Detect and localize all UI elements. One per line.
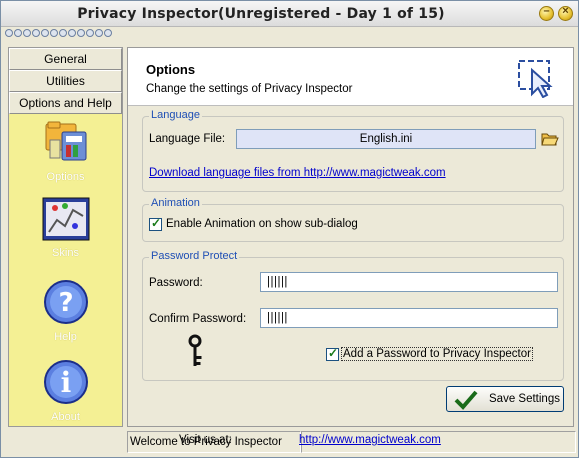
checkmark-icon (454, 390, 478, 410)
options-panel: Options Change the settings of Privacy I… (127, 47, 574, 427)
minimize-icon: – (543, 5, 550, 17)
group-title: Language (149, 109, 202, 121)
language-file-label: Language File: (149, 133, 226, 145)
about-icon: i (43, 360, 88, 404)
add-password-checkbox[interactable]: ✓ (326, 346, 339, 361)
help-icon: ? (43, 280, 88, 324)
language-file-field[interactable]: English.ini (236, 129, 536, 149)
language-group: Language Language File: English.ini Down… (142, 109, 564, 192)
sidebar-item-skins[interactable]: Skins (9, 196, 122, 259)
enable-animation-label[interactable]: Enable Animation on show sub-dialog (166, 218, 358, 230)
cursor-icon (518, 60, 553, 98)
group-title: Password Protect (149, 250, 240, 262)
key-icon (188, 334, 202, 366)
skins-icon (42, 197, 89, 241)
title-bar[interactable]: Privacy Inspector(Unregistered - Day 1 o… (1, 1, 578, 27)
dot-icon (68, 29, 76, 37)
password-group: Password Protect Password: |||||| Confir… (142, 250, 564, 381)
password-input[interactable]: |||||| (260, 272, 558, 292)
check-icon: ✓ (151, 216, 162, 230)
dot-icon (104, 29, 112, 37)
status-visit-label: Visit us at: (179, 434, 232, 446)
dot-icon (50, 29, 58, 37)
dot-icon (59, 29, 67, 37)
confirm-password-input[interactable]: |||||| (260, 308, 558, 328)
sidebar-item-help[interactable]: ? Help (9, 278, 122, 343)
dot-icon (32, 29, 40, 37)
dot-icon (5, 29, 13, 37)
app-window: Privacy Inspector(Unregistered - Day 1 o… (0, 0, 579, 458)
password-label: Password: (149, 277, 203, 289)
sidebar-item-label: About (51, 411, 80, 423)
svg-text:?: ? (58, 288, 73, 318)
check-icon: ✓ (328, 346, 339, 360)
sidebar-tab-utilities[interactable]: Utilities (9, 70, 122, 92)
group-title: Animation (149, 197, 202, 209)
animation-group: Animation ✓ Enable Animation on show sub… (142, 197, 564, 242)
options-icon (45, 121, 86, 161)
sidebar-item-label: Skins (52, 247, 79, 259)
close-icon: × (562, 5, 569, 17)
sidebar-item-label: Help (54, 331, 77, 343)
sidebar-tab-options-and-help[interactable]: Options and Help (9, 92, 122, 114)
save-settings-button[interactable]: Save Settings (446, 386, 564, 412)
panel-header: Options Change the settings of Privacy I… (128, 48, 573, 106)
sidebar-item-about[interactable]: i About (9, 358, 122, 423)
page-subtitle: Change the settings of Privacy Inspector (146, 83, 353, 95)
sidebar: General Utilities Options and Help Optio… (8, 47, 123, 427)
download-language-link[interactable]: Download language files from http://www.… (149, 167, 446, 179)
status-website-link[interactable]: http://www.magictweak.com (299, 434, 441, 446)
dot-icon (23, 29, 31, 37)
dot-icon (77, 29, 85, 37)
sidebar-item-label: Options (46, 171, 85, 183)
add-password-label[interactable]: Add a Password to Privacy Inspector (341, 347, 533, 361)
sidebar-item-options[interactable]: Options (9, 118, 122, 183)
dot-icon (41, 29, 49, 37)
close-button[interactable]: × (558, 5, 573, 21)
page-title: Options (146, 62, 196, 77)
enable-animation-checkbox[interactable]: ✓ (149, 216, 162, 231)
svg-text:i: i (60, 366, 71, 399)
decorative-dots (5, 28, 125, 37)
sidebar-tab-general[interactable]: General (9, 48, 122, 70)
dot-icon (14, 29, 22, 37)
minimize-button[interactable]: – (539, 5, 554, 21)
dot-icon (95, 29, 103, 37)
folder-open-icon[interactable] (541, 131, 559, 147)
window-title: Privacy Inspector(Unregistered - Day 1 o… (77, 6, 445, 22)
confirm-password-label: Confirm Password: (149, 313, 247, 325)
save-settings-label: Save Settings (489, 393, 560, 405)
dot-icon (86, 29, 94, 37)
